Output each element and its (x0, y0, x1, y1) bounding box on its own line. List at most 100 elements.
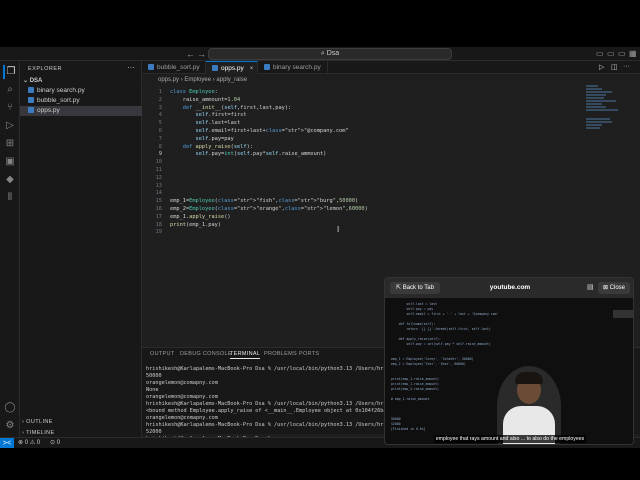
breadcrumb: opps.py › Employee › apply_raise (142, 75, 640, 85)
code-line[interactable]: self.pay=pay (170, 136, 234, 144)
tab-output[interactable]: OUTPUT (150, 351, 174, 357)
ports-status[interactable]: ⊙ 0 (50, 438, 60, 448)
code-line[interactable]: class Employee: (170, 89, 218, 97)
extensions-icon[interactable]: ⊞ (3, 137, 17, 151)
tab-label: bubble_sort.py (157, 64, 200, 71)
line-number: 3 (158, 104, 162, 111)
code-line[interactable]: emp_1=Employee(class="str">"fish",class=… (170, 198, 358, 206)
minimap[interactable] (586, 85, 626, 145)
python-file-icon (148, 64, 154, 70)
source-control-icon[interactable]: ⑂ (3, 101, 17, 115)
editor-tabs: bubble_sort.py opps.py × binary search.py… (142, 61, 640, 74)
tab-ports[interactable]: PORTS (299, 351, 319, 357)
back-to-tab-label: Back to Tab (402, 285, 434, 291)
back-icon: ⇱ (396, 285, 403, 291)
tab-binary-search[interactable]: binary search.py (258, 61, 328, 74)
line-number: 19 (155, 229, 162, 236)
back-to-tab-button[interactable]: ⇱ Back to Tab (390, 282, 440, 294)
code-line[interactable]: def apply_raise(self): (170, 144, 253, 152)
breadcrumb-file[interactable]: opps.py (158, 77, 179, 83)
video-code-screen: self.last = last self.pay = pay self.ema… (391, 302, 499, 431)
python-file-icon (28, 87, 34, 93)
activity-bar: ❐ ⌕ ⑂ ▷ ⊞ ▣ ◆ ⦀ ◯ ⚙ (0, 61, 20, 448)
breadcrumb-method[interactable]: apply_raise (216, 77, 247, 83)
line-number: 2 (158, 96, 162, 103)
captions-icon[interactable]: ▤ (587, 283, 594, 291)
terminal-line: hrishikesh@Karlapalems-MacBook-Pro Dsa %… (146, 366, 393, 372)
code-line[interactable]: self.email=first+last+class="str">"@comp… (170, 128, 349, 136)
close-label: Close (609, 285, 625, 291)
run-debug-icon[interactable]: ▷ (3, 119, 17, 133)
timeline-section[interactable]: › TIMELINE (22, 430, 55, 436)
line-number: 18 (155, 221, 162, 228)
code-line[interactable]: def __init__(self,first,last,pay): (170, 105, 291, 113)
folder-label: DSA (29, 78, 43, 84)
line-number: 14 (155, 190, 162, 197)
tab-opps[interactable]: opps.py × (206, 61, 258, 74)
video-content[interactable]: self.last = last self.pay = pay self.ema… (385, 298, 633, 444)
remote-explorer-icon[interactable]: ▣ (3, 155, 17, 169)
tab-problems[interactable]: PROBLEMS (264, 351, 297, 357)
code-line[interactable]: raise_ammount=1.04 (170, 97, 240, 105)
file-opps[interactable]: opps.py (20, 106, 142, 116)
line-number: 5 (158, 120, 162, 127)
testing-icon[interactable]: ⦀ (3, 191, 17, 205)
forward-arrow-icon[interactable]: → (197, 48, 206, 60)
search-icon[interactable]: ⌕ (3, 83, 17, 97)
python-icon[interactable]: ◆ (3, 173, 17, 187)
terminal-output[interactable]: hrishikesh@Karlapalems-MacBook-Pro Dsa %… (146, 366, 393, 443)
layout-aux-icon[interactable]: ▭ (618, 48, 626, 60)
file-binary-search[interactable]: binary search.py (20, 86, 142, 96)
tab-debug-console[interactable]: DEBUG CONSOLE (180, 351, 232, 357)
line-number: 10 (155, 159, 162, 166)
more-actions-icon[interactable]: ··· (623, 63, 630, 70)
tab-terminal[interactable]: TERMINAL (230, 351, 261, 359)
code-line[interactable]: self.pay=int(self.pay*self.raise_ammount… (170, 151, 327, 159)
tab-label: opps.py (221, 65, 244, 72)
file-bubble-sort[interactable]: bubble_sort.py (20, 96, 142, 106)
close-tab-icon[interactable]: × (250, 66, 254, 72)
line-number: 11 (155, 167, 162, 173)
terminal-line: orangelemon@comapny.com (146, 415, 218, 421)
close-pip-button[interactable]: ⊠ Close (597, 282, 630, 294)
title-bar: ← → ⌕ Dsa ▭ ▭ ▭ ▦ (0, 47, 640, 61)
line-number: 6 (158, 128, 162, 134)
explorer-title: EXPLORER (28, 66, 62, 72)
picture-in-picture-window[interactable]: youtube.com ⇱ Back to Tab ▤ ⊠ Close self… (384, 277, 634, 445)
chevron-down-icon: ⌄ (23, 78, 30, 84)
terminal-line: 50000 (146, 373, 162, 379)
tab-label: binary search.py (273, 64, 321, 71)
code-line[interactable]: self.last=last (170, 120, 241, 128)
problems-status[interactable]: ⊗ 0 ⚠ 0 (18, 438, 40, 448)
person-hair (515, 372, 543, 384)
back-arrow-icon[interactable]: ← (186, 48, 195, 60)
webcam-overlay (497, 366, 561, 444)
outline-label: OUTLINE (26, 419, 53, 425)
command-center-search[interactable]: ⌕ Dsa (208, 48, 452, 60)
settings-gear-icon[interactable]: ⚙ (3, 419, 17, 433)
layout-panel-icon[interactable]: ▭ (607, 48, 615, 60)
file-label: opps.py (37, 107, 60, 114)
breadcrumb-class[interactable]: Employee (184, 77, 211, 83)
tab-bubble-sort[interactable]: bubble_sort.py (142, 61, 206, 74)
code-line[interactable]: emp_1.apply_raise() (170, 214, 231, 222)
outline-section[interactable]: › OUTLINE (22, 419, 53, 425)
account-icon[interactable]: ◯ (3, 401, 17, 415)
terminal-line: <bound method Employee.apply_raise of <_… (146, 408, 390, 414)
run-file-icon[interactable]: ▷ (599, 63, 604, 71)
split-editor-icon[interactable]: ◫ (611, 63, 618, 71)
code-line[interactable]: emp_2=Employee(class="str">"orange",clas… (170, 206, 368, 214)
line-number: 15 (155, 198, 162, 205)
folder-dsa[interactable]: ⌄ DSA (23, 77, 42, 84)
terminal-line: hrishikesh@Karlapalems-MacBook-Pro Dsa %… (146, 422, 393, 428)
customize-layout-icon[interactable]: ▦ (629, 48, 637, 60)
explorer-icon[interactable]: ❐ (3, 65, 17, 79)
line-number: 1 (158, 89, 162, 95)
layout-sidebar-icon[interactable]: ▭ (596, 48, 604, 60)
more-actions-icon[interactable]: ··· (127, 63, 135, 72)
code-line[interactable]: self.first=first (170, 112, 247, 120)
line-number: 17 (155, 213, 162, 220)
timeline-label: TIMELINE (26, 430, 55, 436)
remote-indicator-icon[interactable]: >< (0, 438, 14, 448)
code-line[interactable]: print(emp_1.pay) (170, 222, 221, 230)
